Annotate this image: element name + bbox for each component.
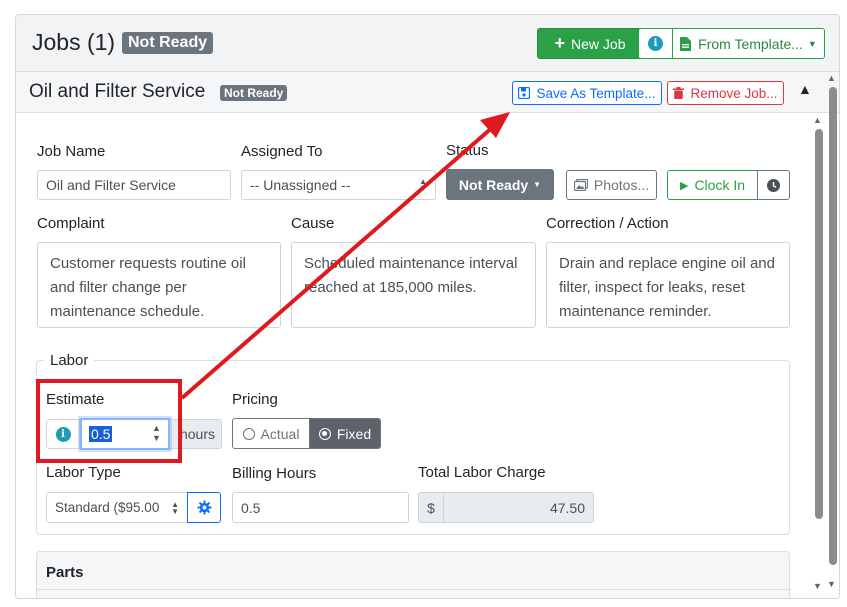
parts-divider bbox=[37, 589, 791, 590]
annotation-highlight-box bbox=[36, 379, 182, 463]
jobs-status-badge: Not Ready bbox=[122, 32, 214, 54]
from-template-label: From Template... bbox=[698, 35, 803, 52]
inner-scrollbar[interactable]: ▲ ▼ bbox=[812, 115, 830, 593]
job-status-badge: Not Ready bbox=[220, 85, 288, 101]
assigned-to-select[interactable]: -- Unassigned -- ▲ ▼ bbox=[241, 170, 436, 200]
billing-hours-label: Billing Hours bbox=[232, 465, 317, 482]
pricing-actual-option[interactable]: Actual bbox=[232, 418, 310, 449]
billing-hours-input[interactable]: 0.5 bbox=[232, 492, 409, 523]
scroll-down-arrow[interactable]: ▼ bbox=[813, 581, 822, 591]
outer-scrollbar-thumb[interactable] bbox=[829, 87, 837, 565]
clock-in-button[interactable]: ▶ Clock In bbox=[667, 170, 758, 200]
save-as-template-label: Save As Template... bbox=[536, 85, 656, 101]
total-labor-value: 47.50 bbox=[549, 499, 585, 516]
status-value: Not Ready bbox=[458, 176, 529, 193]
cause-textarea[interactable]: Scheduled maintenance interval reached a… bbox=[291, 242, 536, 328]
time-log-button[interactable] bbox=[757, 170, 790, 200]
radio-unchecked-icon bbox=[242, 427, 255, 440]
correction-text: Drain and replace engine oil and filter,… bbox=[559, 255, 775, 320]
labor-type-select[interactable]: Standard ($95.00 ▲ ▼ bbox=[46, 492, 188, 523]
currency-symbol: $ bbox=[427, 499, 435, 516]
pricing-actual-label: Actual bbox=[260, 425, 300, 442]
caret-down-icon: ▼ bbox=[533, 180, 542, 189]
play-icon: ▶ bbox=[679, 179, 689, 192]
parts-title: Parts bbox=[46, 564, 84, 581]
collapse-chevron-up-icon[interactable]: ▲ bbox=[798, 81, 812, 97]
job-name-value: Oil and Filter Service bbox=[46, 177, 176, 193]
select-arrows-icon: ▲ ▼ bbox=[171, 499, 179, 516]
pricing-fixed-option[interactable]: Fixed bbox=[309, 418, 381, 449]
template-info-button[interactable]: i bbox=[639, 29, 673, 58]
radio-checked-icon bbox=[318, 427, 331, 440]
status-label: Status bbox=[446, 142, 489, 159]
images-icon bbox=[573, 179, 588, 191]
currency-addon: $ bbox=[418, 492, 444, 523]
cause-label: Cause bbox=[291, 215, 335, 232]
total-labor-label: Total Labor Charge bbox=[418, 464, 546, 481]
pricing-fixed-label: Fixed bbox=[336, 425, 372, 442]
floppy-disk-icon bbox=[518, 87, 531, 99]
total-labor-charge: 47.50 bbox=[443, 492, 594, 523]
clock-in-label: Clock In bbox=[694, 177, 746, 193]
jobs-panel: Jobs (1) Not Ready + New Job i From Temp… bbox=[15, 14, 840, 599]
clock-icon bbox=[767, 178, 780, 192]
jobs-header: Jobs (1) Not Ready + New Job i From Temp… bbox=[16, 15, 839, 72]
jobs-title: Jobs (1) bbox=[32, 29, 116, 55]
trash-icon bbox=[673, 87, 685, 99]
scroll-up-arrow[interactable]: ▲ bbox=[813, 115, 822, 125]
labor-type-value: Standard ($95.00 bbox=[55, 500, 160, 515]
photos-button[interactable]: Photos... bbox=[566, 170, 657, 200]
caret-down-icon: ▼ bbox=[807, 38, 817, 49]
photos-label: Photos... bbox=[593, 177, 650, 193]
pricing-label: Pricing bbox=[232, 391, 278, 408]
from-template-button[interactable]: From Template... ▼ bbox=[673, 29, 824, 58]
new-job-button[interactable]: + New Job bbox=[537, 28, 643, 59]
remove-job-button[interactable]: Remove Job... bbox=[667, 81, 784, 105]
job-name-input[interactable]: Oil and Filter Service bbox=[37, 170, 231, 200]
labor-type-settings-button[interactable] bbox=[187, 492, 221, 523]
assigned-to-label: Assigned To bbox=[241, 143, 323, 160]
billing-hours-value: 0.5 bbox=[241, 499, 261, 516]
gear-icon bbox=[196, 500, 212, 515]
complaint-text: Customer requests routine oil and filter… bbox=[50, 255, 246, 320]
new-job-label: New Job bbox=[571, 35, 626, 52]
document-icon bbox=[680, 36, 692, 51]
labor-legend: Labor bbox=[44, 352, 95, 369]
select-arrows-icon: ▲ ▼ bbox=[419, 177, 427, 193]
status-dropdown-button[interactable]: Not Ready ▼ bbox=[446, 169, 554, 200]
remove-job-label: Remove Job... bbox=[690, 85, 778, 101]
info-icon: i bbox=[648, 36, 663, 51]
job-title: Oil and Filter Service bbox=[29, 81, 206, 102]
cause-text: Scheduled maintenance interval reached a… bbox=[304, 255, 518, 296]
assigned-to-value: -- Unassigned -- bbox=[250, 177, 351, 193]
complaint-textarea[interactable]: Customer requests routine oil and filter… bbox=[37, 242, 281, 328]
correction-textarea[interactable]: Drain and replace engine oil and filter,… bbox=[546, 242, 790, 328]
parts-section: Parts bbox=[36, 551, 791, 598]
correction-label: Correction / Action bbox=[546, 215, 669, 232]
estimate-unit: hours bbox=[179, 426, 215, 442]
job-name-label: Job Name bbox=[37, 143, 106, 160]
labor-type-label: Labor Type bbox=[46, 464, 121, 481]
save-as-template-button[interactable]: Save As Template... bbox=[512, 81, 662, 105]
scrollbar-thumb[interactable] bbox=[815, 129, 823, 519]
outer-scroll-up-arrow[interactable]: ▲ bbox=[827, 73, 836, 83]
template-button-group: i From Template... ▼ bbox=[638, 28, 825, 59]
plus-icon: + bbox=[554, 33, 566, 53]
complaint-label: Complaint bbox=[37, 215, 105, 232]
